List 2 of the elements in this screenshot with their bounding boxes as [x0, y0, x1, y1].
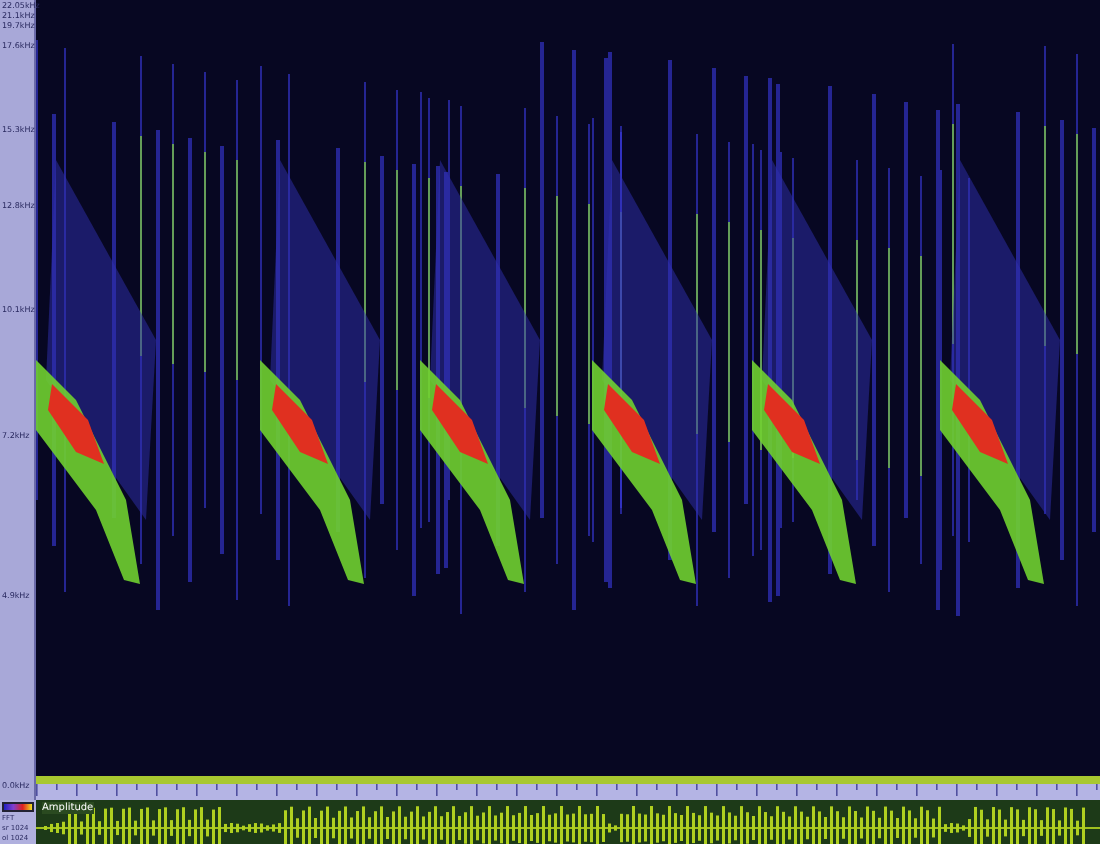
colormap-legend	[2, 802, 34, 812]
selection-bar[interactable]	[36, 776, 1100, 784]
